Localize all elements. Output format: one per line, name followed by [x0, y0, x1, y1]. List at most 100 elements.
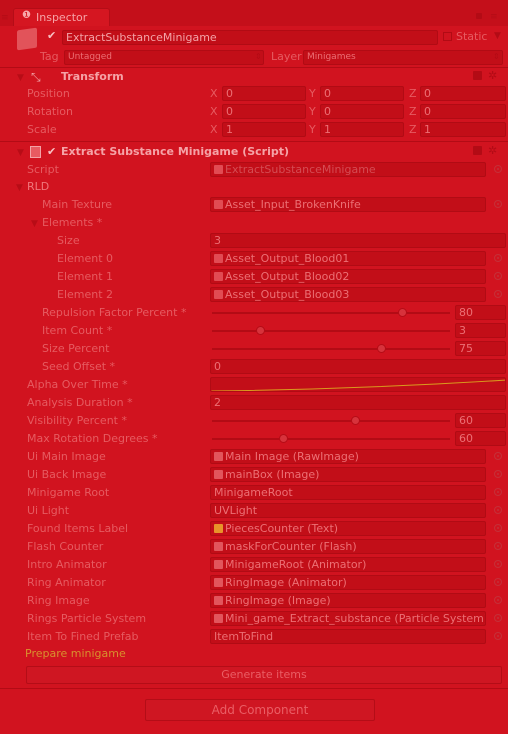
visibility-slider-track[interactable] [212, 420, 450, 422]
static-checkbox[interactable] [443, 32, 452, 41]
max-rotation-value-field[interactable]: 60 [455, 431, 506, 446]
element-0-field[interactable]: Asset_Output_Blood01 [210, 251, 486, 266]
ref-value: ItemToFind [214, 630, 274, 643]
size-percent-slider-track[interactable] [212, 348, 450, 350]
script-enabled-checkbox[interactable]: ✔ [47, 146, 58, 157]
elements-label: Elements * [42, 216, 103, 229]
add-component-button[interactable]: Add Component [145, 699, 375, 721]
max-rotation-slider-thumb[interactable] [279, 434, 289, 443]
layer-dropdown[interactable]: Minigames [303, 50, 503, 65]
ref-picker-icon[interactable] [494, 470, 502, 478]
position-z-field[interactable]: 0 [420, 86, 506, 101]
size-percent-value-field[interactable]: 75 [455, 341, 506, 356]
item-count-slider-thumb[interactable] [255, 326, 265, 335]
ref-field[interactable]: RingImage (Animator) [210, 575, 486, 590]
elements-foldout-icon[interactable]: ▼ [31, 219, 38, 229]
tag-dropdown[interactable]: Untagged [64, 50, 264, 65]
repulsion-value-field[interactable]: 80 [455, 305, 506, 320]
position-x-field[interactable]: 0 [222, 86, 306, 101]
alpha-curve-field[interactable] [210, 377, 506, 392]
element-1-field[interactable]: Asset_Output_Blood02 [210, 269, 486, 284]
size-percent-slider-thumb[interactable] [376, 344, 386, 353]
ref-picker-icon[interactable] [494, 578, 502, 586]
max-rotation-slider-track[interactable] [212, 438, 450, 440]
ref-picker-icon[interactable] [494, 596, 502, 604]
element-1-value: Asset_Output_Blood02 [225, 270, 350, 283]
ref-label: Found Items Label [27, 522, 129, 535]
ref-picker-icon[interactable] [494, 452, 502, 460]
transform-help-icon[interactable] [473, 71, 482, 80]
ref-picker-icon[interactable] [494, 524, 502, 532]
position-y-field[interactable]: 0 [320, 86, 404, 101]
generate-items-button[interactable]: Generate items [26, 666, 502, 684]
item-count-slider-track[interactable] [212, 330, 450, 332]
seed-offset-field[interactable]: 0 [210, 359, 506, 374]
ref-field[interactable]: PiecesCounter (Text) [210, 521, 486, 536]
ref-label: Minigame Root [27, 486, 110, 499]
repulsion-slider-thumb[interactable] [398, 308, 408, 317]
scale-x-field[interactable]: 1 [222, 122, 306, 137]
item-count-value-field[interactable]: 3 [455, 323, 506, 338]
ref-field[interactable]: ItemToFind [210, 629, 486, 644]
visibility-value-field[interactable]: 60 [455, 413, 506, 428]
ref-label: Ring Image [27, 594, 90, 607]
ref-label: Intro Animator [27, 558, 107, 571]
scale-y-field[interactable]: 1 [320, 122, 404, 137]
script-help-icon[interactable] [473, 146, 482, 155]
size-field[interactable]: 3 [210, 233, 506, 248]
repulsion-slider-track[interactable] [212, 312, 450, 314]
script-picker-icon[interactable] [494, 165, 502, 173]
element-1-picker-icon[interactable] [494, 272, 502, 280]
ref-field[interactable]: UVLight [210, 503, 486, 518]
ref-field[interactable]: Mini_game_Extract_substance (Particle Sy… [210, 611, 486, 626]
script-settings-icon[interactable]: ✲ [488, 144, 497, 157]
tab-inspector[interactable]: ❶ Inspector [13, 8, 110, 26]
ref-field[interactable]: mainBox (Image) [210, 467, 486, 482]
ref-field[interactable]: Main Image (RawImage) [210, 449, 486, 464]
rotation-z-field[interactable]: 0 [420, 104, 506, 119]
active-checkbox[interactable]: ✔ [47, 30, 58, 41]
lock-icon[interactable] [476, 13, 482, 19]
ref-picker-icon[interactable] [494, 614, 502, 622]
scale-x-label: X [210, 123, 218, 136]
ref-picker-icon[interactable] [494, 488, 502, 496]
element-0-label: Element 0 [57, 252, 114, 265]
panel-menu-icon[interactable]: ≡ [1, 13, 9, 23]
analysis-duration-field[interactable]: 2 [210, 395, 506, 410]
transform-settings-icon[interactable]: ✲ [488, 69, 497, 82]
ref-picker-icon[interactable] [494, 542, 502, 550]
ref-field[interactable]: maskForCounter (Flash) [210, 539, 486, 554]
rotation-y-field[interactable]: 0 [320, 104, 404, 119]
gameobject-name-field[interactable]: ExtractSubstanceMinigame [62, 30, 438, 45]
ref-field[interactable]: RingImage (Image) [210, 593, 486, 608]
rotation-x-field[interactable]: 0 [222, 104, 306, 119]
size-percent-label: Size Percent [42, 342, 110, 355]
tag-dropdown-arrow-icon: ⇕ [255, 52, 262, 61]
ref-picker-icon[interactable] [494, 560, 502, 568]
seed-offset-label: Seed Offset * [42, 360, 116, 373]
ref-picker-icon[interactable] [494, 632, 502, 640]
animator-icon [214, 578, 223, 587]
static-dropdown-icon[interactable]: ▼ [494, 31, 501, 41]
ref-field[interactable]: MinigameRoot [210, 485, 486, 500]
main-texture-field[interactable]: Asset_Input_BrokenKnife [210, 197, 486, 212]
main-texture-picker-icon[interactable] [494, 200, 502, 208]
script-foldout-icon[interactable]: ▼ [17, 148, 24, 158]
ref-value: RingImage (Image) [225, 594, 331, 607]
scale-z-field[interactable]: 1 [420, 122, 506, 137]
ref-value: MinigameRoot (Animator) [225, 558, 367, 571]
element-0-picker-icon[interactable] [494, 254, 502, 262]
element-2-picker-icon[interactable] [494, 290, 502, 298]
ref-picker-icon[interactable] [494, 506, 502, 514]
visibility-slider-thumb[interactable] [350, 416, 360, 425]
script-field[interactable]: ExtractSubstanceMinigame [210, 162, 486, 177]
rld-foldout-icon[interactable]: ▼ [16, 183, 23, 193]
ref-label: Ui Light [27, 504, 70, 517]
script-icon [214, 165, 223, 174]
transform-foldout-icon[interactable]: ▼ [17, 73, 24, 83]
ref-field[interactable]: MinigameRoot (Animator) [210, 557, 486, 572]
texture-icon [214, 254, 223, 263]
tab-menu-icon[interactable]: ≡ [490, 12, 498, 22]
tab-label: Inspector [36, 11, 88, 24]
element-2-field[interactable]: Asset_Output_Blood03 [210, 287, 486, 302]
